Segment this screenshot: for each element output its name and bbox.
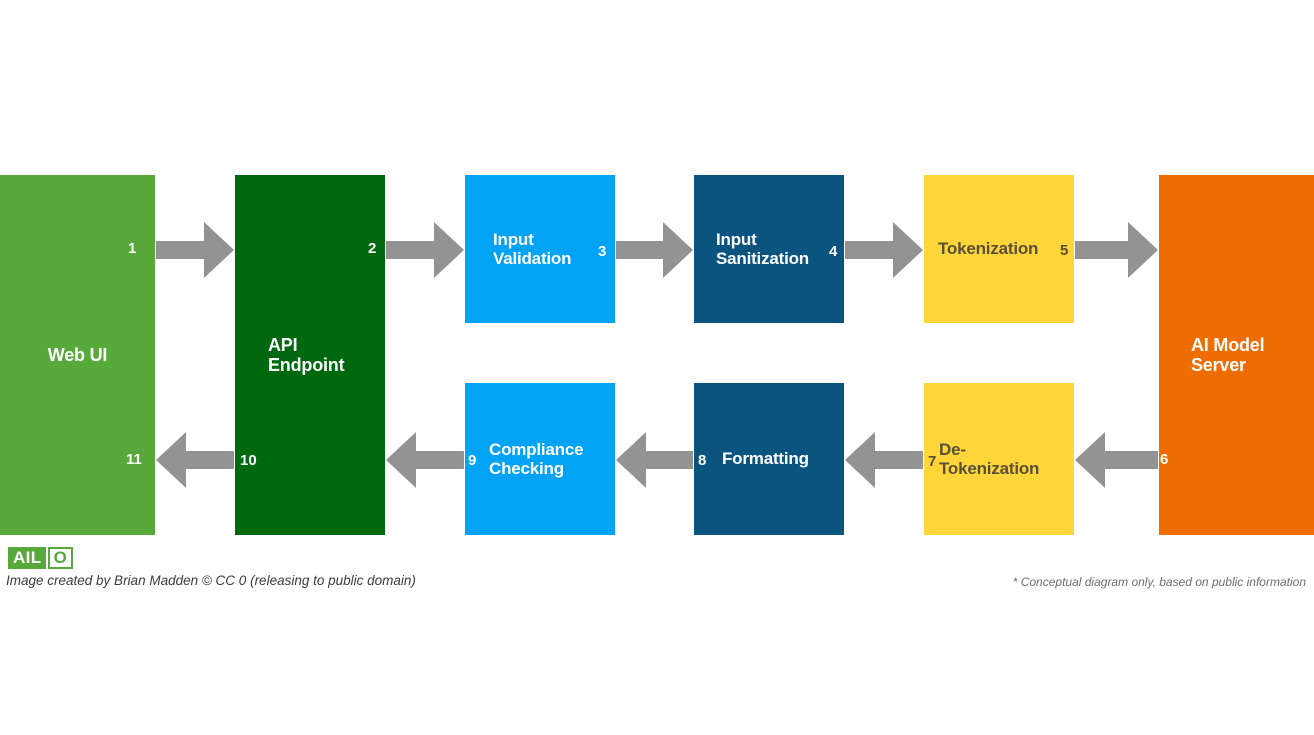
- arrow-2-right: [386, 222, 464, 278]
- credit-text: Image created by Brian Madden © CC 0 (re…: [6, 573, 416, 588]
- node-label-compliance-checking: Compliance Checking: [489, 439, 584, 478]
- node-input-validation: Input Validation: [465, 175, 615, 323]
- arrow-7-left: [845, 432, 923, 488]
- node-formatting: Formatting: [694, 383, 844, 535]
- step-number-2: 2: [368, 240, 377, 257]
- disclaimer-text: * Conceptual diagram only, based on publ…: [1012, 575, 1306, 589]
- node-label-input-sanitization: Input Sanitization: [716, 229, 809, 268]
- node-label-input-validation: Input Validation: [493, 229, 572, 268]
- arrow-shape: [845, 222, 923, 278]
- node-label-tokenization: Tokenization: [938, 239, 1039, 259]
- step-number-7: 7: [928, 453, 937, 470]
- arrow-shape: [845, 432, 923, 488]
- arrow-shape: [616, 222, 693, 278]
- step-number-10: 10: [240, 452, 257, 469]
- arrow-shape: [386, 222, 464, 278]
- logo-secondary-text: O: [47, 547, 74, 569]
- step-number-4: 4: [829, 243, 838, 260]
- arrow-9-left: [386, 432, 464, 488]
- arrow-shape: [156, 432, 234, 488]
- step-number-1: 1: [128, 240, 137, 257]
- arrow-shape: [1075, 222, 1158, 278]
- node-ai-model-server: AI Model Server: [1159, 175, 1314, 535]
- diagram-canvas: Web UI API Endpoint Input Validation Input …: [0, 0, 1314, 735]
- node-label-ai-model-server: AI Model Server: [1191, 334, 1265, 375]
- node-input-sanitization: Input Sanitization: [694, 175, 844, 323]
- node-label-api-endpoint: API Endpoint: [268, 334, 345, 375]
- step-number-3: 3: [598, 243, 607, 260]
- arrow-3-right: [616, 222, 693, 278]
- node-web-ui: Web UI: [0, 175, 155, 535]
- arrow-10-left: [156, 432, 234, 488]
- arrow-5-right: [1075, 222, 1158, 278]
- arrow-1-right: [156, 222, 234, 278]
- node-label-de-tokenization: De- Tokenization: [939, 439, 1040, 478]
- arrow-8-left: [616, 432, 693, 488]
- arrow-shape: [616, 432, 693, 488]
- step-number-5: 5: [1060, 242, 1069, 259]
- arrow-shape: [386, 432, 464, 488]
- step-number-6: 6: [1160, 451, 1169, 468]
- arrow-shape: [156, 222, 234, 278]
- node-api-endpoint: API Endpoint: [235, 175, 385, 535]
- ailo-logo: AIL O: [8, 547, 74, 569]
- step-number-11: 11: [126, 451, 142, 468]
- node-compliance-checking: Compliance Checking: [465, 383, 615, 535]
- step-number-8: 8: [698, 452, 707, 469]
- node-de-tokenization: De- Tokenization: [924, 383, 1074, 535]
- node-tokenization: Tokenization: [924, 175, 1074, 323]
- logo-primary-text: AIL: [8, 547, 46, 569]
- arrow-6-left: [1075, 432, 1158, 488]
- step-number-9: 9: [468, 452, 477, 469]
- arrow-shape: [1075, 432, 1158, 488]
- node-label-formatting: Formatting: [722, 449, 809, 469]
- node-label-web-ui: Web UI: [47, 344, 108, 365]
- arrow-4-right: [845, 222, 923, 278]
